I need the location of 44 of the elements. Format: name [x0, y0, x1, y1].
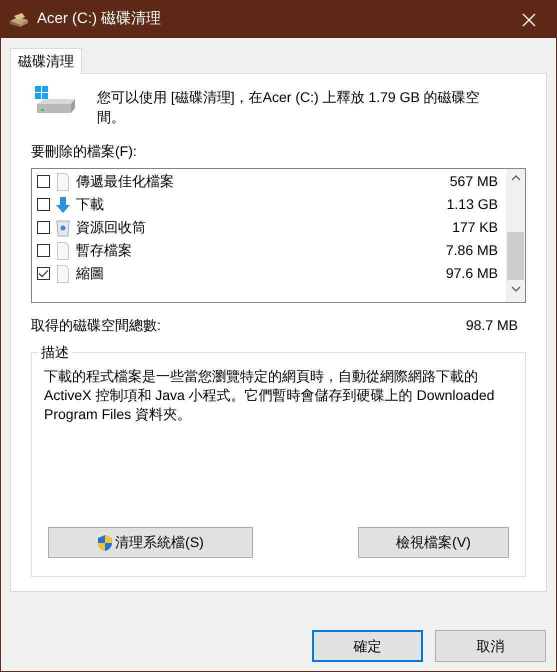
shield-icon: [97, 534, 114, 552]
file-name: 縮圖: [76, 264, 104, 283]
file-list-item[interactable]: 下載 1.13 GB: [32, 193, 506, 216]
files-label: 要刪除的檔案(F):: [31, 142, 138, 161]
close-icon[interactable]: [522, 12, 536, 26]
document-icon: [55, 172, 71, 190]
down-arrow-icon: [55, 196, 71, 214]
file-size: 97.6 MB: [446, 264, 498, 283]
window-title: Acer (C:) 磁碟清理: [37, 9, 162, 30]
action-button[interactable]: 清理系統檔(S): [48, 527, 253, 558]
total-label: 取得的磁碟空間總數:: [31, 316, 161, 335]
file-size: 1.13 GB: [446, 195, 498, 214]
file-name: 暫存檔案: [76, 241, 132, 260]
file-size: 567 MB: [450, 172, 498, 191]
file-name: 資源回收筒: [76, 218, 146, 237]
file-list-item[interactable]: 傳遞最佳化檔案 567 MB: [32, 170, 506, 193]
action-button[interactable]: 檢視檔案(V): [358, 527, 509, 558]
scroll-up-icon[interactable]: [510, 175, 520, 181]
scroll-down-icon[interactable]: [510, 286, 520, 292]
checkbox[interactable]: [37, 221, 50, 234]
dialog-button[interactable]: 確定: [312, 630, 423, 662]
checkbox[interactable]: [37, 175, 50, 188]
checkbox[interactable]: [37, 244, 50, 257]
dialog-button[interactable]: 取消: [435, 630, 546, 662]
file-size: 7.86 MB: [446, 241, 498, 260]
checkbox[interactable]: [37, 198, 50, 211]
checkmark-icon: [38, 269, 49, 278]
total-value: 98.7 MB: [466, 316, 518, 335]
scrollbar[interactable]: [506, 169, 525, 302]
checkbox[interactable]: [37, 267, 50, 280]
description-text: 下載的程式檔案是一些當您瀏覽特定的網頁時，自動從網際網路下載的 ActiveX 控制項和 Java 小程式。它們暫時會儲存到硬碟上的 Downloaded Program Files 資料夾。: [44, 367, 496, 424]
drive-icon: [9, 12, 29, 28]
intro-text: 您可以使用 [磁碟清理]，在Acer (C:) 上釋放 1.79 GB 的磁碟空間。: [97, 88, 481, 127]
document-icon: [55, 242, 71, 260]
file-list-item[interactable]: 縮圖 97.6 MB: [32, 262, 506, 285]
file-list-item[interactable]: 暫存檔案 7.86 MB: [32, 239, 506, 262]
tab[interactable]: 磁碟清理: [10, 48, 82, 74]
file-name: 下載: [76, 195, 104, 214]
file-size: 177 KB: [452, 218, 498, 237]
scrollbar-thumb[interactable]: [507, 232, 524, 280]
file-list-item[interactable]: 資源回收筒 177 KB: [32, 216, 506, 239]
document-icon: [55, 264, 71, 282]
recycle-bin-icon: [55, 218, 71, 236]
file-name: 傳遞最佳化檔案: [76, 172, 174, 191]
